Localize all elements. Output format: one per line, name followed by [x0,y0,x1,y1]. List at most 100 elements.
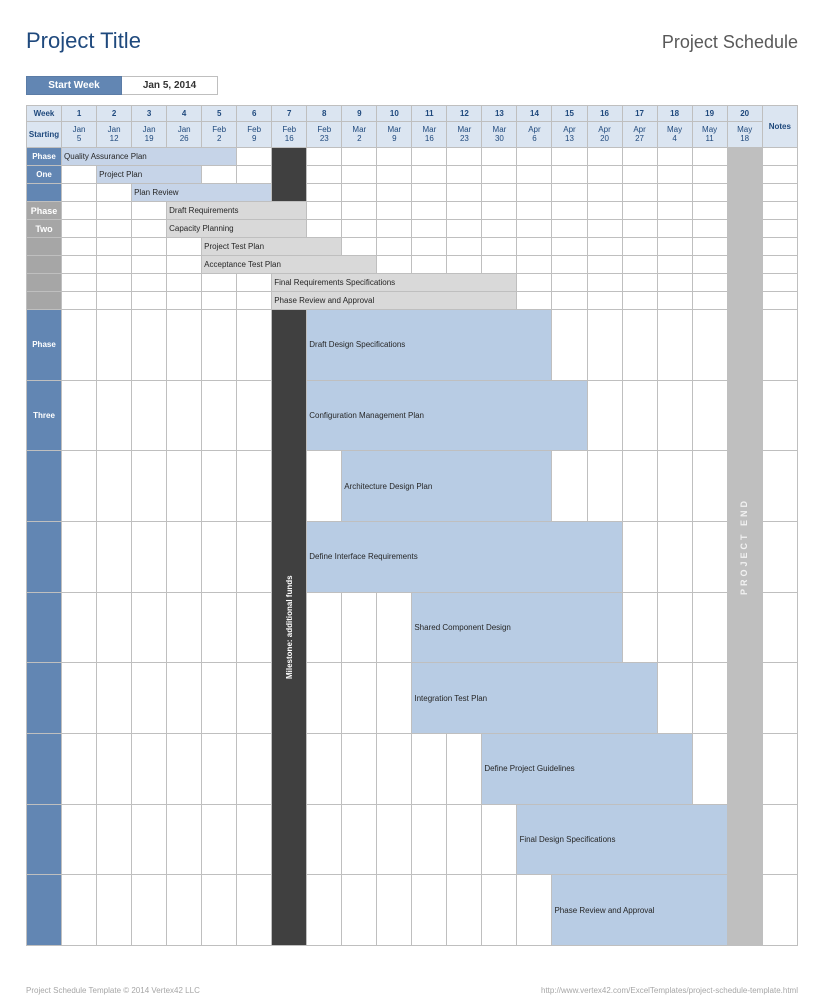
task-bar: Acceptance Test Plan [202,256,377,274]
week-date: May11 [692,122,727,148]
week-num: 11 [412,106,447,122]
notes-cell[interactable] [762,148,797,166]
task-bar: Shared Component Design [412,592,622,663]
week-num: 16 [587,106,622,122]
task-bar: Plan Review [132,184,272,202]
task-bar: Define Interface Requirements [307,521,622,592]
week-num: 1 [62,106,97,122]
task-row: Acceptance Test Plan [27,256,798,274]
week-num: 2 [97,106,132,122]
task-bar: Draft Requirements [167,202,307,220]
task-row: Phase Review and Approval [27,875,798,946]
week-date: Mar16 [412,122,447,148]
notes-cell[interactable] [762,256,797,274]
task-bar: Project Plan [97,166,202,184]
week-date: Mar9 [377,122,412,148]
notes-cell[interactable] [762,451,797,522]
week-date: Feb9 [237,122,272,148]
task-row: Phase Draft Requirements [27,202,798,220]
week-num: 20 [727,106,762,122]
week-date: Apr6 [517,122,552,148]
task-bar: Integration Test Plan [412,663,657,734]
task-row: Define Project Guidelines [27,733,798,804]
task-row: Shared Component Design [27,592,798,663]
task-row: Integration Test Plan [27,663,798,734]
notes-cell[interactable] [762,733,797,804]
week-date: Apr27 [622,122,657,148]
task-row: Three Configuration Management Plan [27,380,798,451]
week-num: 3 [132,106,167,122]
task-row: Define Interface Requirements [27,521,798,592]
week-num: 5 [202,106,237,122]
week-date: Mar30 [482,122,517,148]
milestone-column: Milestone: additional funds [272,310,307,946]
notes-cell[interactable] [762,804,797,875]
week-num: 7 [272,106,307,122]
notes-cell[interactable] [762,274,797,292]
header-row-date: Starting Jan5 Jan12 Jan19 Jan26 Feb2 Feb… [27,122,798,148]
notes-cell[interactable] [762,592,797,663]
task-bar: Define Project Guidelines [482,733,692,804]
starting-header: Starting [27,122,62,148]
week-num: 15 [552,106,587,122]
week-num: 6 [237,106,272,122]
week-date: Apr20 [587,122,622,148]
project-end-column: PROJECT END [727,148,762,946]
week-date: May18 [727,122,762,148]
footer: Project Schedule Template © 2014 Vertex4… [26,986,798,995]
notes-cell[interactable] [762,202,797,220]
task-row: Plan Review [27,184,798,202]
week-num: 18 [657,106,692,122]
notes-cell[interactable] [762,521,797,592]
notes-cell[interactable] [762,220,797,238]
week-num: 10 [377,106,412,122]
week-date: Jan5 [62,122,97,148]
phase-label: Phase [27,310,62,381]
schedule-table: Week 1 2 3 4 5 6 7 8 9 10 11 12 13 14 15… [26,105,798,946]
week-num: 12 [447,106,482,122]
week-date: Jan19 [132,122,167,148]
week-num: 4 [167,106,202,122]
task-bar: Project Test Plan [202,238,342,256]
milestone-placeholder-top [272,148,307,202]
notes-cell[interactable] [762,166,797,184]
week-num: 14 [517,106,552,122]
week-date: Mar2 [342,122,377,148]
start-week-label: Start Week [26,76,122,95]
footer-right: http://www.vertex42.com/ExcelTemplates/p… [541,986,798,995]
task-row: Final Requirements Specifications [27,274,798,292]
notes-cell[interactable] [762,875,797,946]
week-date: Feb16 [272,122,307,148]
notes-cell[interactable] [762,184,797,202]
week-header: Week [27,106,62,122]
footer-left: Project Schedule Template © 2014 Vertex4… [26,986,200,995]
week-date: Jan26 [167,122,202,148]
week-num: 17 [622,106,657,122]
task-row: One Project Plan [27,166,798,184]
task-row: Phase Milestone: additional funds Draft … [27,310,798,381]
week-date: Mar23 [447,122,482,148]
notes-cell[interactable] [762,292,797,310]
week-date: Feb2 [202,122,237,148]
phase-label: One [27,166,62,184]
task-bar: Final Requirements Specifications [272,274,517,292]
task-bar: Architecture Design Plan [342,451,552,522]
task-bar: Capacity Planning [167,220,307,238]
title-row: Project Title Project Schedule [26,28,798,54]
notes-cell[interactable] [762,380,797,451]
task-bar: Final Design Specifications [517,804,727,875]
phase-label: Three [27,380,62,451]
notes-cell[interactable] [762,310,797,381]
task-bar: Phase Review and Approval [272,292,517,310]
task-bar: Quality Assurance Plan [62,148,237,166]
schedule-label: Project Schedule [662,32,798,53]
week-date: Jan12 [97,122,132,148]
notes-cell[interactable] [762,238,797,256]
phase-label: Two [27,220,62,238]
notes-cell[interactable] [762,663,797,734]
task-row: Final Design Specifications [27,804,798,875]
task-bar: Draft Design Specifications [307,310,552,381]
start-week-value[interactable]: Jan 5, 2014 [122,76,218,95]
phase-label: Phase [27,202,62,220]
week-date: Apr13 [552,122,587,148]
